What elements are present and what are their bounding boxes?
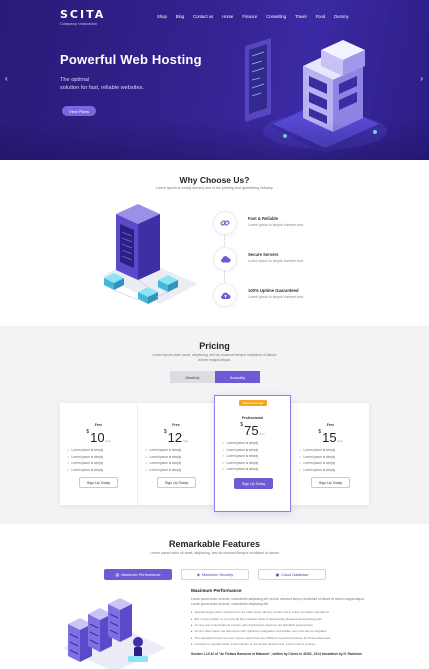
cloud-icon (214, 248, 236, 270)
plan-name: Free (326, 423, 335, 427)
hero-subtitle: The optimal solution for fast, reliable … (60, 76, 200, 92)
toggle-monthly[interactable]: Monthly (170, 371, 215, 383)
main-nav: Shop Blog Contact us Home Finance Consul… (157, 14, 358, 19)
features-panel: Maximum Performance Lorem ipsum dolor si… (191, 588, 371, 656)
brand-tagline: Company Innovation (60, 22, 98, 26)
feature-desc: Lorem ipsum is simple dummm test (248, 259, 304, 263)
plan-feature: Lorem ipsum is simply (299, 468, 336, 475)
currency: $ (318, 429, 322, 435)
sign-up-button[interactable]: Sign Up Today (79, 477, 118, 488)
recommended-badge: Recommended (239, 400, 267, 406)
logo[interactable]: SCITA Company Innovation (60, 8, 105, 26)
pricing-subtitle-line2: dolore magna aliqua. (198, 358, 231, 362)
price-amount: 75 (244, 423, 259, 438)
nav-item-travel[interactable]: Travel (295, 14, 306, 19)
feature-desc: Lorem ipsum is simple dummm test (248, 223, 304, 227)
panel-bullet: Contrary to popular belief, Lorem Ipsum … (191, 642, 371, 648)
plan-price: $75/mo (215, 422, 290, 440)
feature-title: Secure Servers (248, 252, 279, 257)
pricing-card-free-10: Free $10/mo Lorem ipsum is simply Lorem … (60, 403, 137, 505)
pricing-cards: Free $10/mo Lorem ipsum is simply Lorem … (60, 395, 369, 512)
nav-item-finance[interactable]: Finance (242, 14, 257, 19)
link-icon (214, 212, 236, 234)
panel-bullets: Special jargon with a document to be edi… (191, 610, 371, 648)
feature-desc: Lorem ipsum is simple dummm test (248, 295, 304, 299)
why-subtitle: Lorem Ipsum is simply dummy text of the … (155, 186, 274, 190)
brand-name: SCITA (60, 8, 106, 21)
features-tabs: ▤ Maximum Performance ◈ Maximum Security… (104, 569, 335, 580)
currency: $ (240, 422, 244, 428)
tab-maximum-security[interactable]: ◈ Maximum Security (181, 569, 249, 580)
tab-label: Maximum Performance (121, 572, 161, 577)
plan-features: Lorem ipsum is simply Lorem ipsum is sim… (299, 448, 336, 475)
feature-title: Fast & Reliable (248, 216, 279, 221)
database-icon: ▣ (275, 572, 280, 577)
server-illustration (245, 38, 387, 154)
plan-feature: Lorem ipsum is simply (67, 468, 104, 475)
price-period: /mo (183, 439, 189, 443)
nav-item-shop[interactable]: Shop (157, 14, 167, 19)
pricing-subtitle: Lorem ipsum dolor amet, adipiscing, sed … (150, 353, 279, 363)
nav-item-blog[interactable]: Blog (176, 14, 184, 19)
hero-subtitle-line1: The optimal (60, 77, 90, 83)
plan-feature: Lorem ipsum is simply (222, 467, 259, 474)
plan-features: Lorem ipsum is simply Lorem ipsum is sim… (222, 441, 259, 474)
nav-item-contact[interactable]: Contact us (193, 14, 213, 19)
plan-name: Free (94, 423, 103, 427)
tab-label: Cloud Database (281, 572, 309, 577)
panel-footnote: Section 1.10.32 of "de Finibus Bonorum e… (191, 651, 362, 656)
currency: $ (86, 429, 90, 435)
plan-price: $12/mo (138, 429, 214, 447)
panel-paragraph: Lorem ipsum dolor sit amet, consectetur … (191, 597, 365, 606)
why-title: Why Choose Us? (179, 175, 250, 185)
feature-title: 100% Uptime Guaranteed (248, 288, 299, 293)
sign-up-button[interactable]: Sign Up Today (234, 478, 273, 489)
plan-price: $15/mo (292, 429, 369, 447)
plan-name: Professional (241, 416, 263, 420)
sign-up-button[interactable]: Sign Up Today (157, 477, 196, 488)
nav-item-consulting[interactable]: Consulting (266, 14, 286, 19)
slider-next-icon[interactable]: › (420, 74, 423, 83)
features-subtitle: Lorem ipsum dolor sit amet, adipiscing, … (150, 551, 279, 555)
currency: $ (163, 429, 167, 435)
price-period: /mo (259, 432, 265, 436)
panel-title: Maximum Performance (191, 588, 242, 593)
nav-item-dummy[interactable]: Dummy (334, 14, 348, 19)
plan-name: Free (172, 423, 180, 427)
pricing-card-professional: Recommended Professional $75/mo Lorem ip… (214, 395, 291, 512)
tab-label: Maximum Security (201, 572, 234, 577)
cloud-upload-icon (214, 284, 236, 306)
tab-maximum-performance[interactable]: ▤ Maximum Performance (104, 569, 172, 580)
server-racks-illustration (62, 598, 166, 669)
hero-banner: SCITA Company Innovation Shop Blog Conta… (0, 0, 429, 160)
slider-prev-icon[interactable]: ‹ (5, 74, 8, 83)
features-title: Remarkable Features (168, 539, 261, 549)
tab-cloud-database[interactable]: ▣ Cloud Database (258, 569, 326, 580)
shield-icon: ◈ (196, 572, 200, 577)
pricing-card-free-15: Free $15/mo Lorem ipsum is simply Lorem … (292, 403, 369, 505)
nav-item-home[interactable]: Home (222, 14, 233, 19)
hero-title: Powerful Web Hosting (60, 52, 202, 67)
hero-subtitle-line2: solution for fast, reliable websites. (60, 85, 144, 91)
plan-price: $10/mo (60, 429, 137, 447)
chart-icon: ▤ (115, 572, 120, 577)
pricing-card-free-12: Free $12/mo Lorem ipsum is simply Lorem … (137, 403, 214, 505)
price-amount: 10 (90, 430, 105, 445)
toggle-annually[interactable]: Annually (215, 371, 260, 383)
page: SCITA Company Innovation Shop Blog Conta… (0, 0, 429, 669)
price-amount: 12 (167, 430, 183, 445)
plan-features: Lorem ipsum is simply Lorem ipsum is sim… (145, 448, 182, 475)
plan-features: Lorem ipsum is simply Lorem ipsum is sim… (67, 448, 104, 475)
price-period: /mo (337, 439, 343, 443)
price-period: /mo (105, 439, 111, 443)
datacenter-illustration (102, 204, 198, 304)
view-plans-button[interactable]: View Plans (62, 106, 96, 116)
plan-feature: Lorem ipsum is simply (145, 468, 182, 475)
pricing-title: Pricing (199, 341, 230, 351)
sign-up-button[interactable]: Sign Up Today (311, 477, 350, 488)
price-amount: 15 (322, 430, 337, 445)
nav-item-food[interactable]: Food (316, 14, 326, 19)
billing-toggle: Monthly Annually (170, 371, 260, 383)
